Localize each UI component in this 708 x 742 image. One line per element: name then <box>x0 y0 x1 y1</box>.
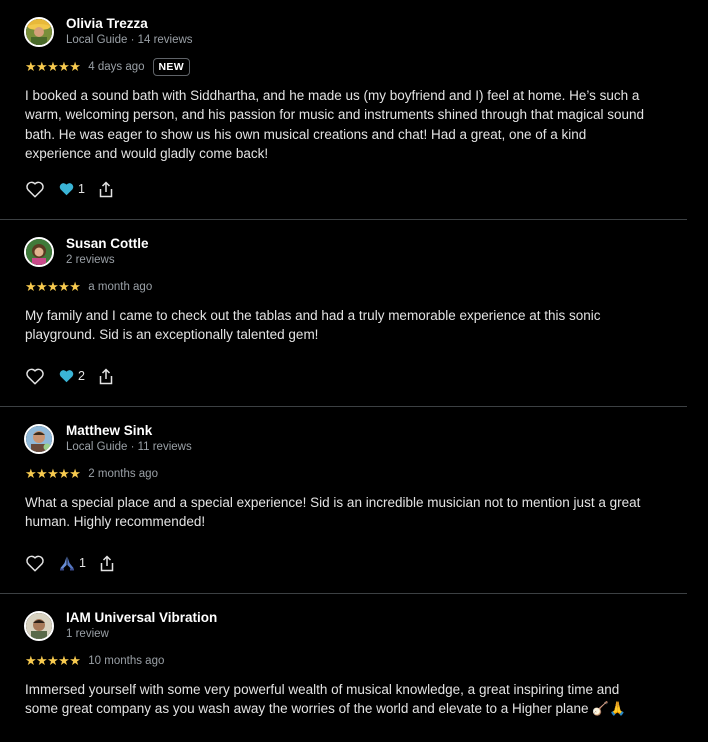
share-icon <box>99 367 113 384</box>
star-rating: ★★★★★ <box>25 466 81 481</box>
reviewer-meta: Local Guide · 14 reviews <box>66 34 193 46</box>
reaction-button[interactable]: 1 <box>59 182 85 196</box>
review-card: Susan Cottle 2 reviews ★★★★★ a month ago… <box>0 219 687 406</box>
reviewer-avatar[interactable] <box>24 17 54 47</box>
reviewer-name[interactable]: IAM Universal Vibration <box>66 610 217 626</box>
heart-outline-icon <box>26 368 44 385</box>
reviewer-meta: 1 review <box>66 628 109 640</box>
share-button[interactable] <box>99 180 113 198</box>
reviewer-name[interactable]: Susan Cottle <box>66 236 149 252</box>
like-button[interactable] <box>25 180 45 198</box>
folded-hands-icon <box>60 556 74 571</box>
star-rating: ★★★★★ <box>25 279 81 294</box>
reviewer-avatar[interactable] <box>24 424 54 454</box>
review-date: 10 months ago <box>88 655 165 667</box>
blue-heart-icon <box>59 370 74 383</box>
heart-outline-icon <box>26 181 44 198</box>
rating-row: ★★★★★ 10 months ago <box>25 652 164 670</box>
review-text: My family and I came to check out the ta… <box>25 308 601 343</box>
share-button[interactable] <box>100 554 114 572</box>
like-button[interactable] <box>25 367 45 385</box>
rating-row: ★★★★★ 4 days ago NEW <box>25 58 190 76</box>
reviewer-header: Olivia Trezza Local Guide · 14 reviews <box>24 16 193 48</box>
review-text: Immersed yourself with some very powerfu… <box>25 682 626 717</box>
reviewer-header: IAM Universal Vibration 1 review <box>24 610 217 642</box>
like-button[interactable] <box>25 554 45 572</box>
blue-heart-icon <box>59 183 74 196</box>
share-button[interactable] <box>99 367 113 385</box>
review-date: 4 days ago <box>88 61 145 73</box>
reaction-count: 1 <box>78 182 85 196</box>
reviewer-header: Matthew Sink Local Guide · 11 reviews <box>24 423 192 455</box>
share-icon <box>99 180 113 197</box>
star-rating: ★★★★★ <box>25 653 81 668</box>
review-actions: 1 <box>25 178 113 200</box>
reviewer-name[interactable]: Matthew Sink <box>66 423 192 439</box>
star-rating: ★★★★★ <box>25 59 81 74</box>
rating-row: ★★★★★ 2 months ago <box>25 465 158 483</box>
share-icon <box>100 554 114 571</box>
reaction-count: 2 <box>78 369 85 383</box>
reaction-count: 1 <box>79 556 86 570</box>
review-card: Olivia Trezza Local Guide · 14 reviews ★… <box>0 0 687 219</box>
rating-row: ★★★★★ a month ago <box>25 278 152 296</box>
review-card: Matthew Sink Local Guide · 11 reviews ★★… <box>0 406 687 593</box>
reviewer-avatar[interactable] <box>24 611 54 641</box>
review-card: IAM Universal Vibration 1 review ★★★★★ 1… <box>0 593 687 742</box>
reviewer-avatar[interactable] <box>24 237 54 267</box>
review-text: What a special place and a special exper… <box>25 495 641 530</box>
reaction-button[interactable]: 1 <box>59 555 86 571</box>
review-actions: 1 <box>25 552 114 574</box>
heart-outline-icon <box>26 555 44 572</box>
review-date: 2 months ago <box>88 468 158 480</box>
reviewer-meta: Local Guide · 11 reviews <box>66 441 192 453</box>
reviewer-header: Susan Cottle 2 reviews <box>24 236 149 268</box>
reviewer-meta: 2 reviews <box>66 254 115 266</box>
new-badge: NEW <box>152 58 190 76</box>
review-date: a month ago <box>88 281 153 293</box>
reviewer-name[interactable]: Olivia Trezza <box>66 16 193 32</box>
reaction-button[interactable]: 2 <box>59 369 85 383</box>
review-text: I booked a sound bath with Siddhartha, a… <box>25 88 645 161</box>
review-actions: 2 <box>25 365 113 387</box>
